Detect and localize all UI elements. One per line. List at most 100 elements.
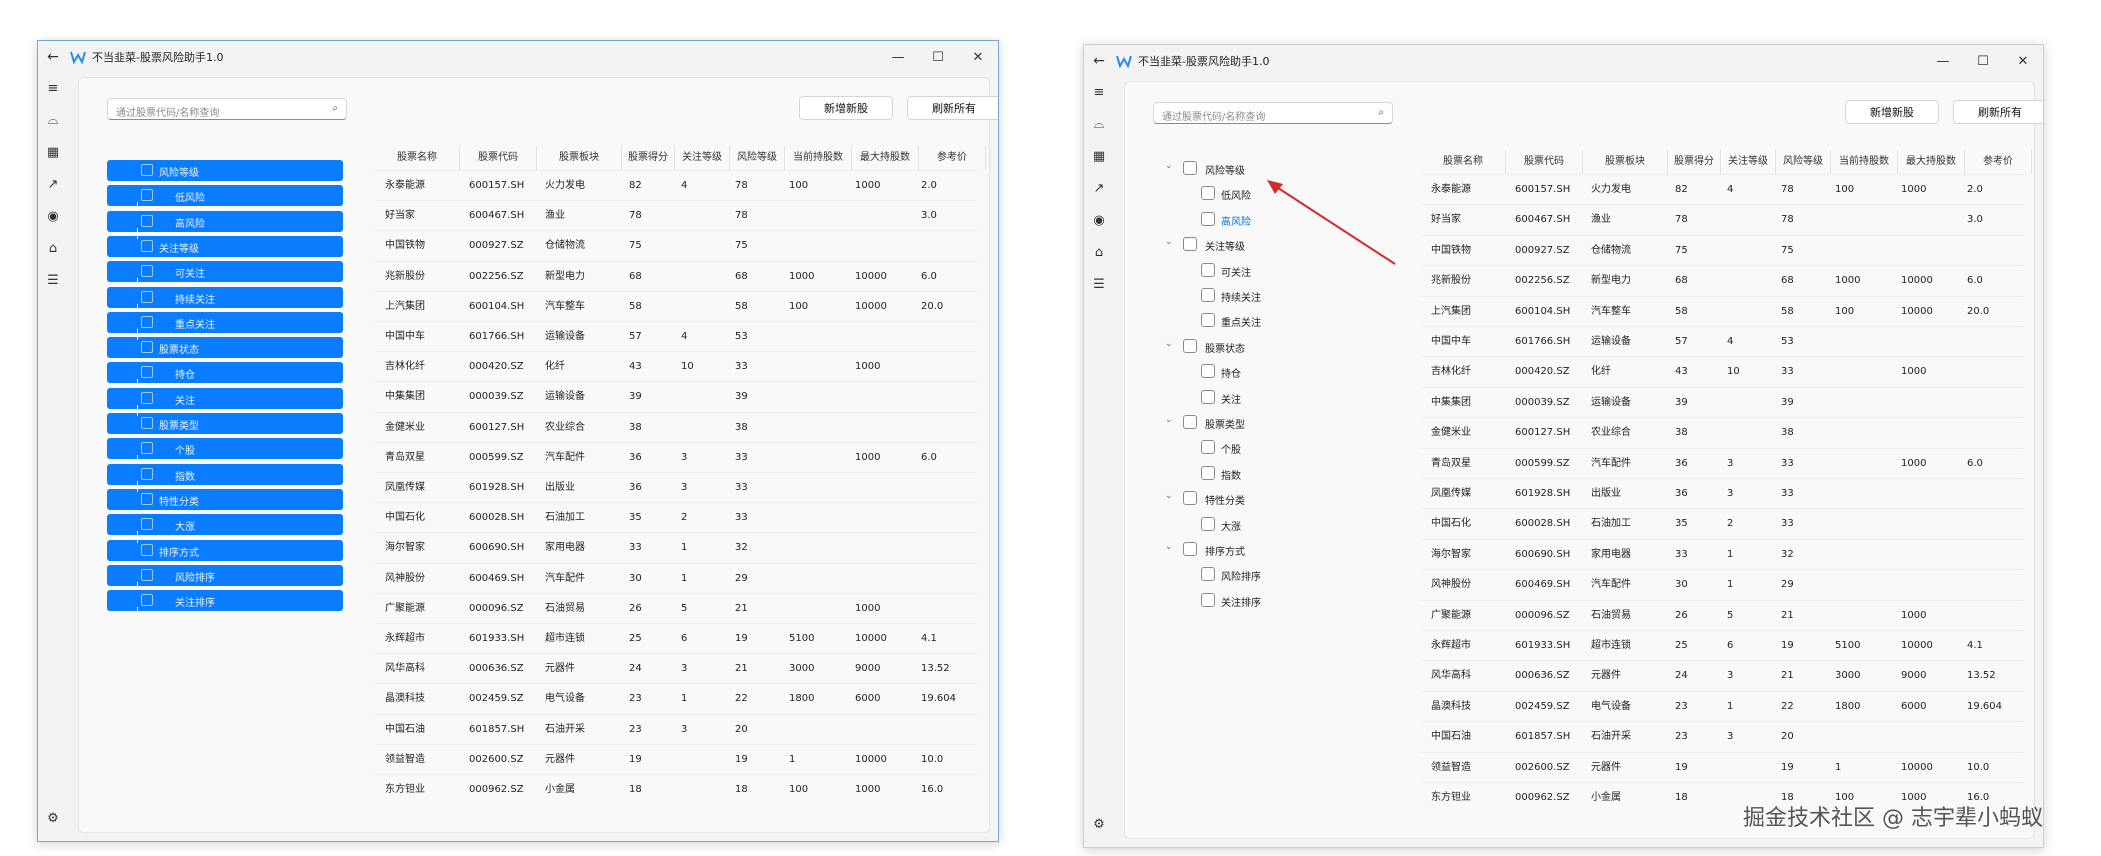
- search-input[interactable]: 通过股票代码/名称查询 ⌕: [1153, 102, 1393, 124]
- maximize-icon[interactable]: ☐: [1963, 45, 2003, 77]
- column-header[interactable]: 风险等级: [730, 146, 785, 170]
- list-icon[interactable]: ☰: [1090, 275, 1108, 293]
- tree-checkbox[interactable]: [141, 189, 153, 201]
- column-header[interactable]: 当前持股数: [1831, 150, 1898, 174]
- table-row[interactable]: 凤凰传媒 601928.SH 出版业 36 3 33: [1421, 478, 2023, 509]
- settings-gear-icon[interactable]: ⚙: [1090, 815, 1108, 833]
- tree-checkbox[interactable]: [1201, 364, 1215, 378]
- tree-child-item[interactable]: 个股: [1165, 437, 1365, 457]
- tree-checkbox[interactable]: [141, 442, 153, 454]
- table-row[interactable]: 中国石油 601857.SH 石油开采 23 3 20: [1421, 721, 2023, 752]
- column-header[interactable]: 关注等级: [675, 146, 730, 170]
- table-row[interactable]: 金健米业 600127.SH 农业综合 38 38: [1421, 417, 2023, 448]
- column-header[interactable]: 股票名称: [375, 146, 460, 170]
- tree-group-item[interactable]: 关注等级: [107, 233, 343, 257]
- tree-group-item[interactable]: ⌄ 股票类型: [1165, 412, 1365, 432]
- tree-child-item[interactable]: 大涨: [1165, 514, 1365, 534]
- trend-icon[interactable]: ↗: [1090, 179, 1108, 197]
- search-input[interactable]: 通过股票代码/名称查询 ⌕: [107, 98, 347, 120]
- tree-child-item[interactable]: 重点关注: [1165, 310, 1365, 330]
- table-row[interactable]: 中集集团 000039.SZ 运输设备 39 39: [1421, 386, 2023, 418]
- tree-checkbox[interactable]: [1183, 415, 1197, 429]
- tree-group-item[interactable]: 股票状态: [107, 334, 343, 358]
- tree-checkbox[interactable]: [1201, 466, 1215, 480]
- column-header[interactable]: 股票得分: [1668, 150, 1721, 174]
- table-row[interactable]: 东方钽业 000962.SZ 小金属 18 18 100 1000 16.0: [375, 774, 977, 805]
- chevron-down-icon[interactable]: ⌄: [1165, 339, 1173, 349]
- table-row[interactable]: 吉林化纤 000420.SZ 化纤 43 10 33 1000: [1421, 356, 2023, 387]
- tree-checkbox[interactable]: [1183, 161, 1197, 175]
- table-row[interactable]: 永泰能源 600157.SH 火力发电 82 4 78 100 1000 2.0: [375, 170, 977, 201]
- table-row[interactable]: 吉林化纤 000420.SZ 化纤 43 10 33 1000: [375, 351, 977, 382]
- column-header[interactable]: 最大持股数: [852, 146, 919, 170]
- table-row[interactable]: 金健米业 600127.SH 农业综合 38 38: [375, 411, 977, 443]
- search-icon[interactable]: ⌕: [332, 103, 338, 114]
- column-header[interactable]: 参考价: [919, 146, 986, 170]
- tree-checkbox[interactable]: [141, 240, 153, 252]
- column-header[interactable]: 股票得分: [622, 146, 675, 170]
- tree-child-item[interactable]: 关注排序: [107, 590, 343, 613]
- tree-checkbox[interactable]: [1201, 186, 1215, 200]
- tree-checkbox[interactable]: [141, 366, 153, 378]
- tree-group-item[interactable]: 排序方式: [107, 537, 343, 561]
- tree-checkbox[interactable]: [141, 569, 153, 581]
- table-row[interactable]: 风神股份 600469.SH 汽车配件 30 1 29: [1421, 569, 2023, 600]
- refresh-all-button[interactable]: 刷新所有: [1953, 100, 2043, 124]
- menu-icon[interactable]: ≡: [44, 79, 62, 97]
- table-row[interactable]: 海尔智家 600690.SH 家用电器 33 1 32: [375, 532, 977, 563]
- tree-child-item[interactable]: 关注: [1165, 387, 1365, 407]
- settings-gear-icon[interactable]: ⚙: [44, 809, 62, 827]
- column-header[interactable]: 股票板块: [1583, 150, 1668, 174]
- tree-checkbox[interactable]: [141, 468, 153, 480]
- column-header[interactable]: 股票板块: [537, 146, 622, 170]
- tree-child-item[interactable]: 大涨: [107, 514, 343, 537]
- back-arrow-icon[interactable]: ←: [1084, 53, 1114, 69]
- tree-child-item[interactable]: 持仓: [107, 362, 343, 385]
- home-icon[interactable]: ⌂: [44, 239, 62, 257]
- tree-checkbox[interactable]: [141, 544, 153, 556]
- tree-child-item[interactable]: 指数: [1165, 463, 1365, 483]
- table-row[interactable]: 上汽集团 600104.SH 汽车整车 58 58 100 10000 20.0: [1421, 295, 2023, 327]
- tree-child-item[interactable]: 重点关注: [107, 312, 343, 335]
- table-row[interactable]: 广聚能源 000096.SZ 石油贸易 26 5 21 1000: [375, 592, 977, 624]
- gauge-icon[interactable]: ⌓: [44, 111, 62, 129]
- tree-checkbox[interactable]: [1201, 593, 1215, 607]
- tree-group-item[interactable]: 股票类型: [107, 410, 343, 434]
- trend-icon[interactable]: ↗: [44, 175, 62, 193]
- table-row[interactable]: 永泰能源 600157.SH 火力发电 82 4 78 100 1000 2.0: [1421, 174, 2023, 205]
- add-stock-button[interactable]: 新增新股: [1845, 100, 1939, 124]
- chevron-down-icon[interactable]: ⌄: [1165, 237, 1173, 247]
- tree-child-item[interactable]: 持仓: [1165, 361, 1365, 381]
- add-stock-button[interactable]: 新增新股: [799, 96, 893, 120]
- close-icon[interactable]: ✕: [2003, 45, 2043, 77]
- tree-checkbox[interactable]: [1183, 491, 1197, 505]
- tree-checkbox[interactable]: [141, 265, 153, 277]
- column-header[interactable]: 当前持股数: [785, 146, 852, 170]
- chevron-down-icon[interactable]: ⌄: [1165, 491, 1173, 501]
- table-row[interactable]: 中国中车 601766.SH 运输设备 57 4 53: [1421, 326, 2023, 357]
- table-row[interactable]: 中国中车 601766.SH 运输设备 57 4 53: [375, 321, 977, 352]
- table-row[interactable]: 青岛双星 000599.SZ 汽车配件 36 3 33 1000 6.0: [1421, 447, 2023, 479]
- tree-checkbox[interactable]: [1201, 263, 1215, 277]
- menu-icon[interactable]: ≡: [1090, 83, 1108, 101]
- tree-group-item[interactable]: ⌄ 风险等级: [1165, 158, 1365, 178]
- minimize-icon[interactable]: —: [878, 41, 918, 73]
- table-row[interactable]: 兆新股份 002256.SZ 新型电力 68 68 1000 10000 6.0: [375, 260, 977, 292]
- tree-checkbox[interactable]: [1201, 212, 1215, 226]
- table-row[interactable]: 好当家 600467.SH 渔业 78 78 3.0: [375, 200, 977, 231]
- tree-checkbox[interactable]: [141, 164, 153, 176]
- column-header[interactable]: 最大持股数: [1898, 150, 1965, 174]
- tree-child-item[interactable]: 关注: [107, 388, 343, 411]
- tree-checkbox[interactable]: [1201, 440, 1215, 454]
- table-row[interactable]: 好当家 600467.SH 渔业 78 78 3.0: [1421, 204, 2023, 235]
- maximize-icon[interactable]: ☐: [918, 41, 958, 73]
- tree-checkbox[interactable]: [141, 316, 153, 328]
- gauge-icon[interactable]: ⌓: [1090, 115, 1108, 133]
- chevron-down-icon[interactable]: ⌄: [1165, 161, 1173, 171]
- tree-child-item[interactable]: 关注排序: [1165, 590, 1365, 610]
- chevron-down-icon[interactable]: ⌄: [1165, 415, 1173, 425]
- tree-checkbox[interactable]: [141, 291, 153, 303]
- column-header[interactable]: 关注等级: [1721, 150, 1776, 174]
- tree-child-item[interactable]: 个股: [107, 438, 343, 461]
- tree-checkbox[interactable]: [1183, 339, 1197, 353]
